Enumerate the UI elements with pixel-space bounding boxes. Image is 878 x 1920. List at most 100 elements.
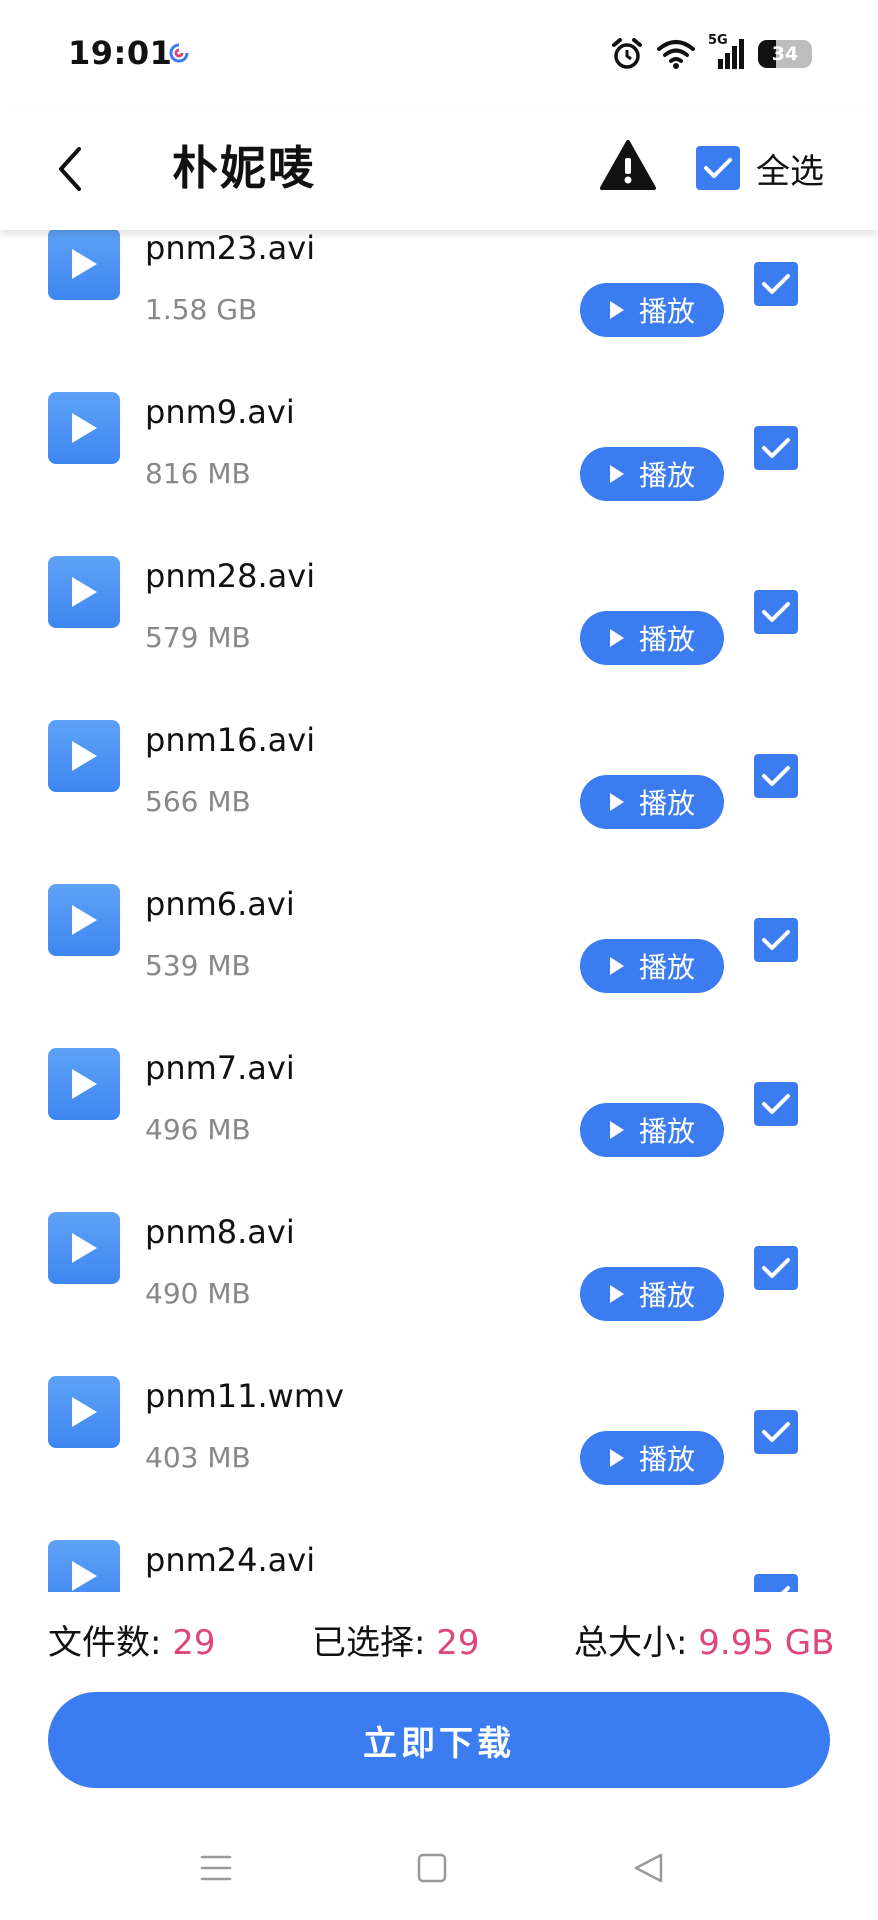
select-all-toggle[interactable]: 全选	[696, 138, 824, 198]
play-button[interactable]: 播放	[580, 775, 724, 829]
play-button[interactable]: 播放	[580, 1267, 724, 1321]
file-name: pnm16.avi	[145, 721, 316, 759]
status-bar: 19:01 5G 34	[0, 0, 878, 108]
file-name: pnm8.avi	[145, 1213, 295, 1251]
file-checkbox[interactable]	[754, 1410, 798, 1454]
download-now-button[interactable]: 立即下载	[48, 1692, 830, 1788]
file-row[interactable]: pnm16.avi 566 MB 播放	[0, 698, 878, 862]
file-name: pnm11.wmv	[145, 1377, 344, 1415]
file-size: 816 MB	[145, 457, 251, 490]
play-button[interactable]: 播放	[580, 1431, 724, 1485]
file-checkbox[interactable]	[754, 754, 798, 798]
play-icon	[609, 629, 624, 647]
checkmark-icon	[762, 1258, 790, 1278]
file-checkbox[interactable]	[754, 426, 798, 470]
select-all-label: 全选	[756, 151, 824, 192]
total-size-stat: 总大小: 9.95 GB	[574, 1618, 834, 1668]
summary-bar: 文件数: 29 已选择: 29 总大小: 9.95 GB	[48, 1618, 834, 1668]
wifi-icon	[657, 40, 695, 69]
play-triangle-icon	[72, 577, 97, 607]
play-button[interactable]: 播放	[580, 1103, 724, 1157]
back-button[interactable]	[40, 134, 100, 204]
status-icons: 5G 34	[610, 33, 812, 74]
file-checkbox[interactable]	[754, 1246, 798, 1290]
nav-home-button[interactable]	[410, 1846, 454, 1890]
file-name: pnm7.avi	[145, 1049, 295, 1087]
selected-count-label: 已选择:	[312, 1623, 426, 1663]
play-button-label: 播放	[638, 951, 695, 984]
play-button[interactable]: 播放	[580, 283, 724, 337]
select-all-checkbox[interactable]	[696, 146, 740, 190]
report-button[interactable]	[598, 138, 658, 198]
checkmark-icon	[781, 1586, 790, 1592]
video-thumbnail[interactable]	[48, 1048, 120, 1120]
file-checkbox[interactable]	[754, 1574, 798, 1592]
video-thumbnail[interactable]	[48, 884, 120, 956]
page-title: 朴妮唛	[172, 141, 316, 195]
file-name: pnm24.avi	[145, 1541, 316, 1579]
checkmark-icon	[762, 274, 790, 294]
play-button[interactable]: 播放	[580, 939, 724, 993]
selected-count-stat: 已选择: 29	[312, 1618, 480, 1668]
app-notification-icon	[169, 43, 189, 63]
video-thumbnail[interactable]	[48, 720, 120, 792]
file-name: pnm23.avi	[145, 230, 316, 267]
total-size-value: 9.95 GB	[698, 1623, 835, 1663]
play-button-label: 播放	[638, 1443, 695, 1476]
menu-icon	[200, 1855, 232, 1881]
play-button[interactable]: 播放	[580, 447, 724, 501]
selected-count-value: 29	[436, 1623, 480, 1663]
file-checkbox[interactable]	[754, 918, 798, 962]
battery-icon: 34	[758, 40, 812, 68]
file-row[interactable]: pnm28.avi 579 MB 播放	[0, 534, 878, 698]
file-row[interactable]: pnm9.avi 816 MB 播放	[0, 370, 878, 534]
file-row[interactable]: pnm24.avi播放	[0, 1518, 878, 1592]
video-thumbnail[interactable]	[48, 1212, 120, 1284]
play-triangle-icon	[72, 249, 97, 279]
file-checkbox[interactable]	[754, 262, 798, 306]
play-triangle-icon	[72, 905, 97, 935]
file-checkbox[interactable]	[754, 1082, 798, 1126]
home-square-icon	[417, 1853, 447, 1883]
play-triangle-icon	[72, 1069, 97, 1099]
play-triangle-icon	[72, 413, 97, 443]
total-size-label: 总大小:	[574, 1623, 688, 1663]
file-row[interactable]: pnm7.avi 496 MB 播放	[0, 1026, 878, 1190]
file-name: pnm9.avi	[145, 393, 295, 431]
system-navigation-bar	[0, 1830, 878, 1906]
play-triangle-icon	[72, 1561, 97, 1591]
file-checkbox[interactable]	[754, 590, 798, 634]
play-icon	[609, 1449, 624, 1467]
checkmark-icon	[762, 930, 790, 950]
video-thumbnail[interactable]	[48, 230, 120, 300]
nav-back-button[interactable]	[626, 1846, 670, 1890]
file-name: pnm28.avi	[145, 557, 316, 595]
status-time: 19:01	[68, 34, 173, 72]
video-thumbnail[interactable]	[48, 556, 120, 628]
file-row[interactable]: pnm6.avi 539 MB 播放	[0, 862, 878, 1026]
video-thumbnail[interactable]	[48, 392, 120, 464]
file-size: 566 MB	[145, 785, 251, 818]
file-row[interactable]: pnm11.wmv 403 MB 播放	[0, 1354, 878, 1518]
play-button[interactable]: 播放	[580, 611, 724, 665]
play-button-label: 播放	[638, 623, 695, 656]
checkmark-icon	[762, 1094, 790, 1114]
file-list[interactable]: pnm23.avi 1.58 GB 播放 pnm9.avi 816 MB 播放 pnm28.…	[0, 230, 878, 1592]
back-triangle-icon	[634, 1853, 663, 1883]
battery-text: 34	[771, 43, 799, 65]
checkmark-icon	[704, 158, 732, 178]
play-button-label: 播放	[638, 787, 695, 820]
play-icon	[609, 957, 624, 975]
play-icon	[609, 1285, 624, 1303]
play-icon	[609, 793, 624, 811]
play-button-label: 播放	[638, 1279, 695, 1312]
nav-menu-button[interactable]	[194, 1846, 238, 1890]
video-thumbnail[interactable]	[48, 1376, 120, 1448]
file-row[interactable]: pnm8.avi 490 MB 播放	[0, 1190, 878, 1354]
file-name: pnm6.avi	[145, 885, 295, 923]
file-row[interactable]: pnm23.avi 1.58 GB 播放	[0, 230, 878, 370]
alarm-icon	[612, 38, 642, 69]
play-triangle-icon	[72, 741, 97, 771]
file-count-value: 29	[172, 1623, 216, 1663]
video-thumbnail[interactable]	[48, 1540, 120, 1592]
